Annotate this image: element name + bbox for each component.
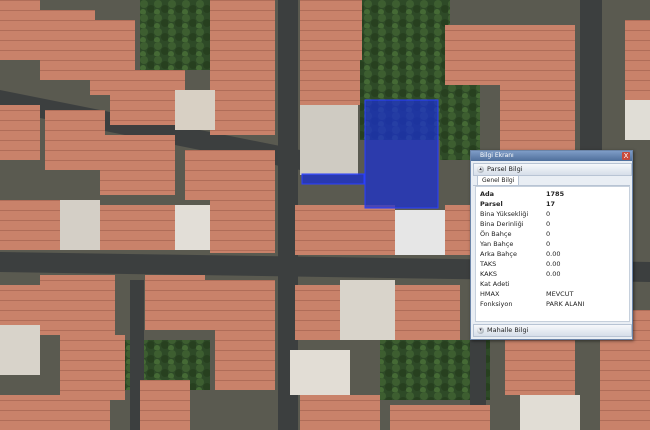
- attribute-key: Bina Yüksekliği: [480, 210, 529, 218]
- attribute-value: 1785: [546, 190, 565, 198]
- attribute-key: Parsel: [480, 200, 503, 208]
- attribute-value: PARK ALANI: [546, 300, 585, 308]
- attribute-value: 0: [546, 240, 551, 248]
- attribute-key: Ada: [480, 190, 495, 198]
- info-window[interactable]: Bilgi Ekranı X ▴ Parsel Bilgi Genel Bilg…: [470, 150, 633, 340]
- attribute-key: Ön Bahçe: [480, 230, 512, 238]
- attribute-value: 0: [546, 230, 551, 238]
- info-window-title: Bilgi Ekranı: [480, 152, 514, 159]
- attribute-value: 0.00: [546, 260, 561, 268]
- tree-area: [440, 80, 480, 160]
- attribute-value: 17: [546, 200, 556, 208]
- attribute-key: TAKS: [480, 260, 497, 268]
- circle-chevron-icon: ▴: [477, 166, 484, 173]
- tab-genel-bilgi[interactable]: Genel Bilgi: [477, 175, 520, 185]
- parsel-bilgi-label: Parsel Bilgi: [487, 165, 523, 173]
- tab-strip: Genel Bilgi: [473, 175, 630, 186]
- attribute-value: MEVCUT: [546, 290, 574, 298]
- attribute-value: 0: [546, 220, 551, 228]
- selected-parcel-strip[interactable]: [301, 173, 365, 185]
- attribute-value: 0.00: [546, 270, 561, 278]
- info-window-titlebar[interactable]: Bilgi Ekranı X: [471, 151, 632, 161]
- selected-parcel[interactable]: [364, 99, 439, 209]
- road: [580, 0, 602, 150]
- mahalle-bilgi-label: Mahalle Bilgi: [487, 326, 529, 334]
- map-viewer[interactable]: Bilgi Ekranı X ▴ Parsel Bilgi Genel Bilg…: [0, 0, 650, 430]
- circle-chevron-icon: ▾: [477, 327, 484, 334]
- attribute-key: KAKS: [480, 270, 497, 278]
- attribute-value: 0: [546, 210, 551, 218]
- tree-area: [140, 0, 210, 70]
- close-button[interactable]: X: [622, 152, 630, 160]
- attribute-key: Kat Adeti: [480, 280, 510, 288]
- attribute-panel: Ada 1785 Parsel 17 Bina Yüksekliği 0 Bin…: [475, 186, 630, 322]
- attribute-value: 0.00: [546, 250, 561, 258]
- attribute-key: Fonksiyon: [480, 300, 513, 308]
- attribute-key: HMAX: [480, 290, 500, 298]
- attribute-key: Yan Bahçe: [480, 240, 514, 248]
- mahalle-bilgi-section[interactable]: ▾ Mahalle Bilgi: [473, 324, 632, 337]
- attribute-key: Bina Derinliği: [480, 220, 524, 228]
- attribute-key: Arka Bahçe: [480, 250, 517, 258]
